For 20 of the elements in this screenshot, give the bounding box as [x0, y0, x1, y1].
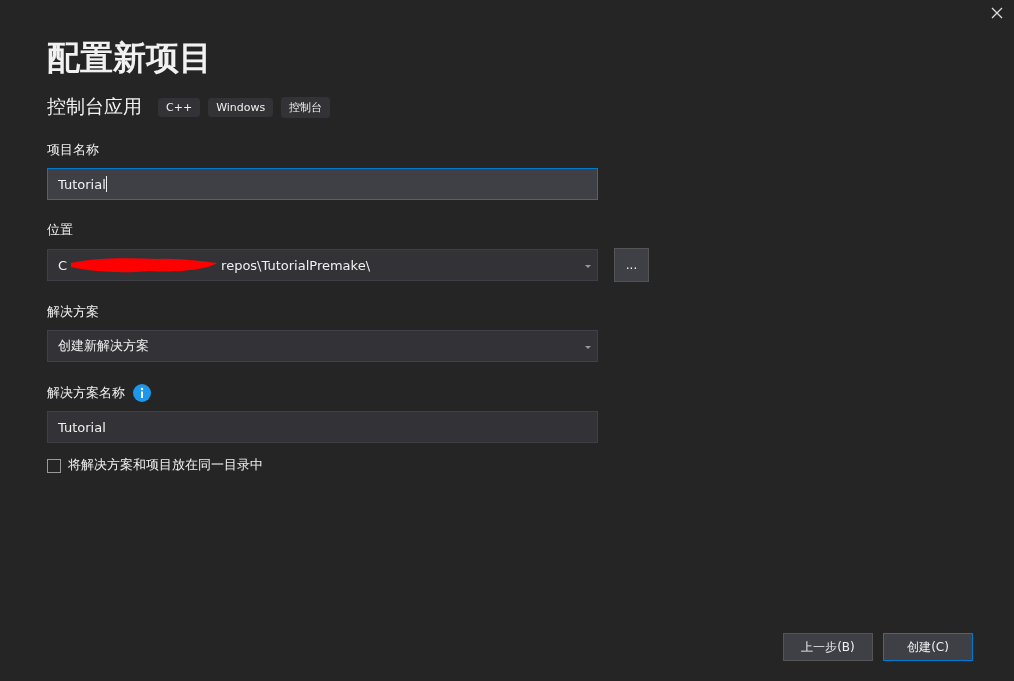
field-label: 解决方案名称: [47, 384, 125, 402]
checkbox-label: 将解决方案和项目放在同一目录中: [68, 457, 263, 474]
tag: C++: [158, 97, 201, 117]
input-field[interactable]: Tutorial: [47, 168, 598, 200]
template-name: 控制台应用: [47, 94, 142, 119]
location-dropdown[interactable]: C repos\TutorialPremake\: [47, 249, 598, 281]
tag: 控制台: [281, 96, 331, 118]
info-icon[interactable]: [133, 384, 151, 402]
solution-dropdown[interactable]: 创建新解决方案: [47, 330, 598, 362]
tag: Windows: [208, 97, 274, 117]
back-button[interactable]: 上一步(B): [783, 633, 873, 661]
create-button[interactable]: 创建(C): [883, 633, 973, 661]
dialog-title: 配置新项目: [47, 37, 213, 79]
field-label: 位置: [47, 222, 73, 239]
field-label: 项目名称: [47, 142, 99, 159]
checkbox[interactable]: [47, 458, 61, 473]
field-label: 解决方案: [47, 304, 99, 321]
browse-button[interactable]: ...: [614, 248, 649, 282]
input-field[interactable]: Tutorial: [47, 411, 598, 443]
close-icon[interactable]: [990, 6, 1004, 20]
